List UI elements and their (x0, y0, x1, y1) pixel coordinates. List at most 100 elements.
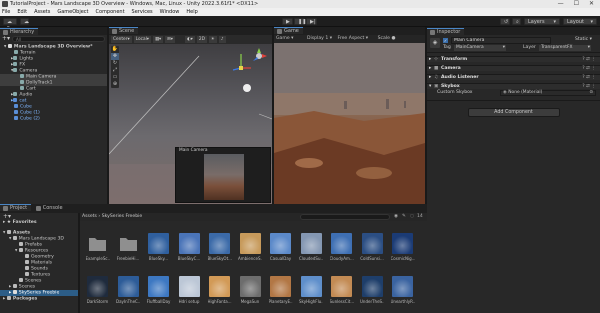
filter-label-icon[interactable]: ✎ (402, 213, 406, 221)
tag-label: Tag (443, 45, 451, 50)
gameobject-icon (13, 68, 18, 72)
hierarchy-panel: Hierarchy +▾ ▾ Mars Landscape 3D Overvie… (0, 27, 107, 204)
close-icon[interactable]: ✕ (589, 0, 594, 8)
snap-increment-button[interactable]: ⊞▾ (165, 36, 175, 43)
component-menu-icon[interactable]: ? ⇄ ⋮ (582, 75, 596, 81)
hierarchy-search-input[interactable] (12, 36, 105, 42)
menu-gameobject[interactable]: GameObject (57, 8, 88, 16)
menu-window[interactable]: Window (160, 8, 180, 16)
account-button[interactable]: ☁▾ (3, 18, 17, 31)
project-search-input[interactable] (300, 214, 390, 220)
tab-game[interactable]: Game (274, 27, 303, 34)
skybox-thumbnail[interactable] (209, 276, 230, 297)
component-audio-listener[interactable]: ▸ ♫ Audio Listener? ⇄ ⋮ (427, 74, 600, 80)
play-button[interactable]: ▶ (282, 18, 293, 25)
skybox-thumbnail[interactable] (331, 276, 352, 297)
project-tabstrip: Project Console (0, 204, 427, 213)
hierarchy-item[interactable]: Cube (2) (0, 116, 107, 122)
tab-hierarchy[interactable]: Hierarchy (0, 28, 39, 35)
component-menu-icon[interactable]: ? ⇄ ⋮ (582, 66, 596, 72)
scene-orientation-gizmo[interactable] (250, 47, 268, 65)
component-transform[interactable]: ▸ ⊹ Transform? ⇄ ⋮ (427, 56, 600, 62)
skybox-thumbnail[interactable] (361, 276, 383, 297)
layers-dropdown[interactable]: Layers ▾ (524, 18, 560, 25)
folder-icon (3, 206, 8, 211)
skybox-thumbnail[interactable] (331, 233, 352, 254)
component-camera[interactable]: ▸ ■ Camera? ⇄ ⋮ (427, 65, 600, 71)
skybox-thumbnail[interactable] (300, 233, 322, 254)
scene-view[interactable]: Center▾ Local▾ ▦▾ ⊞▾ ◐▾ 2D ☀ ♪ ✋ ✥ ↻ ⤢ ▭… (109, 35, 272, 204)
component-menu-icon[interactable]: ? ⇄ ⋮ (582, 57, 596, 63)
skybox-thumbnail[interactable] (148, 233, 169, 254)
gameobject-icon (14, 50, 18, 54)
skybox-thumbnail[interactable] (239, 233, 261, 254)
asset-label: UnderTheS... (360, 299, 384, 304)
object-name-field[interactable] (451, 37, 551, 44)
hidden-packages-icon[interactable]: ◌ (410, 213, 414, 221)
skybox-thumbnail[interactable] (117, 276, 139, 297)
skybox-thumbnail[interactable] (392, 233, 413, 254)
skybox-thumbnail[interactable] (361, 233, 383, 254)
lighting-toggle[interactable]: ☀ (208, 36, 217, 43)
scale-slider[interactable]: Scale ● (378, 36, 396, 41)
step-button[interactable]: ▶| (306, 18, 317, 25)
minimize-icon[interactable]: — (558, 0, 564, 8)
menu-file[interactable]: File (2, 8, 10, 16)
active-checkbox[interactable]: ✓ (443, 38, 448, 43)
skybox-thumbnail[interactable] (270, 276, 291, 297)
search-button[interactable]: ⌕ (512, 18, 521, 25)
tag-dropdown[interactable]: MainCamera ▾ (454, 45, 506, 51)
skybox-thumbnail[interactable] (148, 276, 169, 297)
add-icon[interactable]: +▾ (0, 213, 78, 220)
skybox-thumbnail[interactable] (270, 233, 291, 254)
pause-button[interactable]: ❚❚ (294, 18, 306, 25)
maximize-icon[interactable]: ☐ (574, 0, 579, 8)
packages-row[interactable]: ▸ Packages (0, 296, 78, 302)
pivot-center-dropdown[interactable]: Center▾ (111, 36, 132, 43)
menu-help[interactable]: Help (186, 8, 197, 16)
asset-label: ColdSunsi... (360, 256, 384, 261)
static-toggle[interactable]: Static ▾ (575, 37, 592, 42)
tab-project[interactable]: Project (0, 204, 32, 211)
game-view[interactable]: Game ▾ Display 1 ▾ Free Aspect ▾ Scale ● (274, 35, 425, 204)
object-picker-icon[interactable]: ⊙ (589, 90, 595, 95)
tab-inspector[interactable]: Inspector (427, 28, 465, 35)
skybox-thumbnail[interactable] (87, 276, 108, 297)
menu-component[interactable]: Component (96, 8, 125, 16)
tab-scene[interactable]: Scene (109, 27, 139, 34)
skybox-thumbnail[interactable] (178, 233, 200, 254)
custom-skybox-field[interactable]: ◉ None (Material) ⊙ (500, 90, 596, 96)
menu-assets[interactable]: Assets (34, 8, 50, 16)
skybox-thumbnail[interactable] (392, 276, 413, 297)
skybox-thumbnail[interactable] (209, 233, 230, 254)
folder-thumbnail[interactable] (118, 233, 139, 254)
audio-toggle[interactable]: ♪ (218, 36, 226, 43)
menu-services[interactable]: Services (132, 8, 153, 16)
aspect-dropdown[interactable]: Free Aspect ▾ (338, 36, 369, 41)
add-icon[interactable]: +▾ (2, 36, 10, 42)
skybox-thumbnail[interactable] (178, 276, 200, 297)
folder-icon (89, 238, 106, 251)
display-dropdown[interactable]: Display 1 ▾ (307, 36, 332, 41)
breadcrumb-assets[interactable]: Assets (82, 214, 97, 219)
pivot-local-dropdown[interactable]: Local▾ (133, 36, 151, 43)
favorites-row[interactable]: ▸ ★ Favorites (0, 220, 78, 226)
skybox-thumbnail[interactable] (239, 276, 261, 297)
skybox-thumbnail[interactable] (300, 276, 322, 297)
layout-dropdown[interactable]: Layout ▾ (563, 18, 597, 25)
collab-button[interactable]: ☁ (20, 18, 29, 25)
move-gizmo[interactable] (232, 54, 251, 71)
game-mode-dropdown[interactable]: Game ▾ (276, 36, 293, 41)
folder-thumbnail[interactable] (87, 233, 108, 254)
layer-dropdown[interactable]: TransparentFX ▾ (539, 45, 591, 51)
folder-icon (25, 254, 29, 258)
add-component-button[interactable]: Add Component (467, 108, 560, 117)
twod-toggle[interactable]: 2D (196, 36, 207, 43)
tab-console[interactable]: Console (33, 205, 67, 212)
breadcrumb-current[interactable]: SkySeries Freebie (102, 214, 142, 219)
grid-snap-button[interactable]: ▦▾ (152, 36, 164, 43)
filter-type-icon[interactable]: ◉ (394, 213, 398, 221)
menu-edit[interactable]: Edit (17, 8, 27, 16)
history-button[interactable]: ↺ (500, 18, 510, 25)
draw-mode-button[interactable]: ◐▾ (184, 36, 195, 43)
